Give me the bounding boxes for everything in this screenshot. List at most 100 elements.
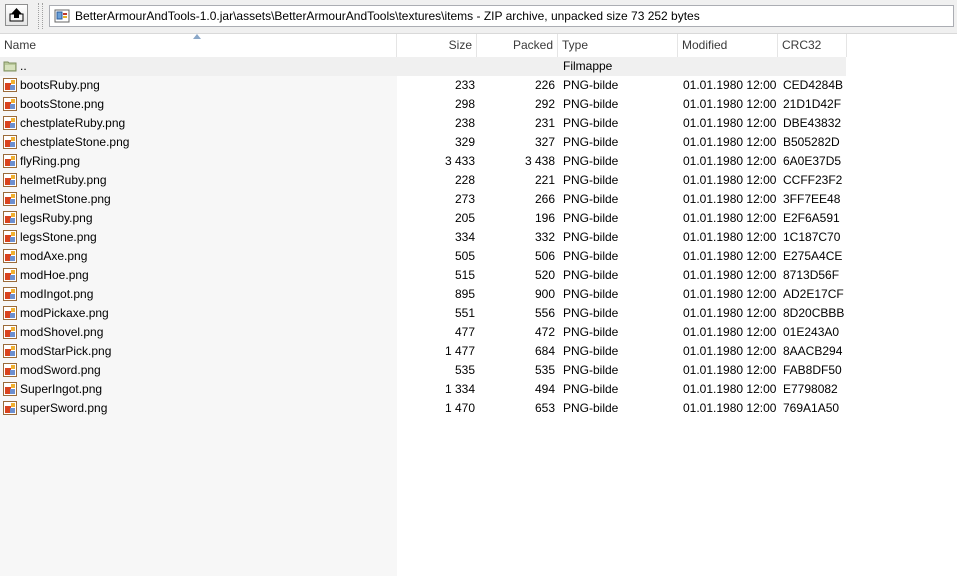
file-crc: E2F6A591	[783, 211, 840, 225]
png-file-icon	[3, 230, 17, 244]
file-list: .. Filmappe bootsRuby.png 233 226 PNG-bilde…	[0, 57, 957, 418]
file-size: 1 470	[444, 401, 475, 415]
file-size: 233	[454, 78, 475, 92]
file-type: PNG-bilde	[563, 173, 619, 187]
file-modified: 01.01.1980 12:00	[683, 135, 777, 149]
file-crc: 8713D56F	[783, 268, 840, 282]
file-packed-size: 472	[534, 325, 555, 339]
file-row[interactable]: chestplateRuby.png 238 231 PNG-bilde 01.01.1…	[0, 114, 957, 133]
file-row[interactable]: modShovel.png 477 472 PNG-bilde 01.01.1980 1…	[0, 323, 957, 342]
file-packed-size: 556	[534, 306, 555, 320]
png-file-icon	[3, 154, 17, 168]
file-type: PNG-bilde	[563, 78, 619, 92]
file-name: legsRuby.png	[20, 211, 93, 225]
file-row[interactable]: SuperIngot.png 1 334 494 PNG-bilde 01.01.198…	[0, 380, 957, 399]
file-modified: 01.01.1980 12:00	[683, 211, 777, 225]
file-row[interactable]: legsStone.png 334 332 PNG-bilde 01.01.1980 1…	[0, 228, 957, 247]
png-file-icon	[3, 363, 17, 377]
column-crc[interactable]: CRC32	[778, 34, 847, 57]
parent-folder-type: Filmappe	[563, 59, 613, 73]
file-size: 1 334	[444, 382, 475, 396]
file-crc: 01E243A0	[783, 325, 840, 339]
png-file-icon	[3, 116, 17, 130]
file-row[interactable]: chestplateStone.png 329 327 PNG-bilde 01.01.…	[0, 133, 957, 152]
file-size: 515	[454, 268, 475, 282]
file-crc: 8AACB294	[783, 344, 843, 358]
file-name: bootsRuby.png	[20, 78, 100, 92]
file-modified: 01.01.1980 12:00	[683, 306, 777, 320]
png-file-icon	[3, 306, 17, 320]
file-size: 1 477	[444, 344, 475, 358]
file-modified: 01.01.1980 12:00	[683, 325, 777, 339]
file-type: PNG-bilde	[563, 192, 619, 206]
png-file-icon	[3, 401, 17, 415]
file-packed-size: 266	[534, 192, 555, 206]
file-row[interactable]: modPickaxe.png 551 556 PNG-bilde 01.01.1980 …	[0, 304, 957, 323]
file-name: modAxe.png	[20, 249, 88, 263]
file-row[interactable]: superSword.png 1 470 653 PNG-bilde 01.01.198…	[0, 399, 957, 418]
file-name: bootsStone.png	[20, 97, 105, 111]
file-size: 477	[454, 325, 475, 339]
file-row[interactable]: modStarPick.png 1 477 684 PNG-bilde 01.01.19…	[0, 342, 957, 361]
file-modified: 01.01.1980 12:00	[683, 97, 777, 111]
png-file-icon	[3, 268, 17, 282]
folder-icon	[3, 61, 17, 72]
file-row[interactable]: legsRuby.png 205 196 PNG-bilde 01.01.1980 12…	[0, 209, 957, 228]
column-size[interactable]: Size	[397, 34, 477, 57]
file-packed-size: 196	[534, 211, 555, 225]
file-size: 205	[454, 211, 475, 225]
file-packed-size: 231	[534, 116, 555, 130]
column-modified[interactable]: Modified	[678, 34, 778, 57]
file-crc: 8D20CBBB	[783, 306, 845, 320]
file-packed-size: 332	[534, 230, 555, 244]
file-packed-size: 653	[534, 401, 555, 415]
file-modified: 01.01.1980 12:00	[683, 268, 777, 282]
file-packed-size: 494	[534, 382, 555, 396]
file-modified: 01.01.1980 12:00	[683, 116, 777, 130]
file-row[interactable]: helmetStone.png 273 266 PNG-bilde 01.01.1980…	[0, 190, 957, 209]
path-bar[interactable]: BetterArmourAndTools-1.0.jar\assets\Bett…	[49, 5, 954, 27]
up-folder-icon	[9, 8, 24, 22]
parent-folder-row[interactable]: .. Filmappe	[0, 57, 846, 76]
file-packed-size: 226	[534, 78, 555, 92]
file-row[interactable]: flyRing.png 3 433 3 438 PNG-bilde 01.01.1980…	[0, 152, 957, 171]
png-file-icon	[3, 382, 17, 396]
file-type: PNG-bilde	[563, 382, 619, 396]
file-type: PNG-bilde	[563, 287, 619, 301]
file-modified: 01.01.1980 12:00	[683, 230, 777, 244]
file-packed-size: 535	[534, 363, 555, 377]
file-type: PNG-bilde	[563, 249, 619, 263]
file-name: flyRing.png	[20, 154, 81, 168]
file-name: modIngot.png	[20, 287, 94, 301]
file-type: PNG-bilde	[563, 401, 619, 415]
file-crc: 21D1D42F	[783, 97, 842, 111]
file-type: PNG-bilde	[563, 135, 619, 149]
file-type: PNG-bilde	[563, 363, 619, 377]
file-row[interactable]: bootsRuby.png 233 226 PNG-bilde 01.01.1980 1…	[0, 76, 957, 95]
file-type: PNG-bilde	[563, 97, 619, 111]
zip-archive-icon	[54, 9, 70, 23]
toolbar-grip[interactable]	[38, 3, 43, 29]
up-folder-button[interactable]	[5, 4, 28, 26]
png-file-icon	[3, 78, 17, 92]
file-row[interactable]: helmetRuby.png 228 221 PNG-bilde 01.01.1980 …	[0, 171, 957, 190]
file-type: PNG-bilde	[563, 211, 619, 225]
file-size: 551	[454, 306, 475, 320]
file-modified: 01.01.1980 12:00	[683, 287, 777, 301]
png-file-icon	[3, 249, 17, 263]
column-type[interactable]: Type	[558, 34, 678, 57]
file-row[interactable]: modAxe.png 505 506 PNG-bilde 01.01.1980 12:0…	[0, 247, 957, 266]
file-crc: B505282D	[783, 135, 840, 149]
column-packed[interactable]: Packed	[477, 34, 558, 57]
file-row[interactable]: modHoe.png 515 520 PNG-bilde 01.01.1980 12:0…	[0, 266, 957, 285]
file-crc: 1C187C70	[783, 230, 841, 244]
file-row[interactable]: modSword.png 535 535 PNG-bilde 01.01.1980 12…	[0, 361, 957, 380]
file-name: SuperIngot.png	[20, 382, 103, 396]
column-crc-label: CRC32	[782, 38, 822, 52]
file-row[interactable]: bootsStone.png 298 292 PNG-bilde 01.01.1980 …	[0, 95, 957, 114]
file-crc: CCFF23F2	[783, 173, 843, 187]
file-size: 3 433	[444, 154, 475, 168]
file-row[interactable]: modIngot.png 895 900 PNG-bilde 01.01.1980 12…	[0, 285, 957, 304]
file-crc: 6A0E37D5	[783, 154, 842, 168]
file-packed-size: 221	[534, 173, 555, 187]
